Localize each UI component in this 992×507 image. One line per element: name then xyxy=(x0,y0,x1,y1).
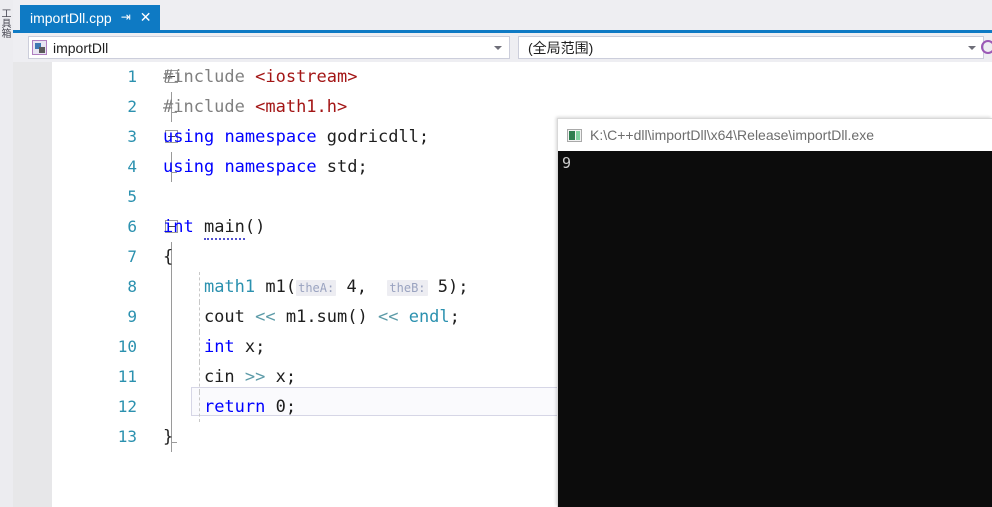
code-token: using xyxy=(163,127,215,147)
code-token: () xyxy=(244,217,266,237)
line-text: #include <math1.h> xyxy=(163,92,347,122)
console-title-text: K:\C++dll\importDll\x64\Release\importDl… xyxy=(590,127,874,143)
code-line[interactable]: 1 #include <iostream> xyxy=(13,62,992,92)
toolbox-strip[interactable]: 工 具 箱 xyxy=(0,0,13,507)
line-text: int main() xyxy=(163,212,265,242)
line-number: 8 xyxy=(127,277,137,296)
line-number: 4 xyxy=(127,157,137,176)
line-text: using namespace godricdll; xyxy=(163,122,429,152)
code-token: m1.sum() xyxy=(275,307,378,327)
line-number: 9 xyxy=(127,307,137,326)
code-token: <math1.h> xyxy=(255,97,348,117)
project-icon xyxy=(32,40,47,55)
code-token: int xyxy=(163,217,194,237)
close-icon[interactable]: ✕ xyxy=(140,10,152,24)
console-app-icon xyxy=(567,128,582,142)
code-token: theB: xyxy=(387,280,428,296)
line-text: cin >> x; xyxy=(163,362,296,392)
chevron-down-icon[interactable] xyxy=(968,45,976,50)
line-text: } xyxy=(163,422,173,452)
line-number: 10 xyxy=(117,337,137,356)
code-token: ; xyxy=(449,307,460,327)
code-token: x; xyxy=(265,367,297,387)
line-text: math1 m1(theA: 4, theB: 5); xyxy=(163,272,469,303)
line-text: { xyxy=(163,242,173,272)
member-scope-dropdown[interactable]: (全局范围) xyxy=(518,36,984,59)
line-text: return 0; xyxy=(163,392,296,422)
code-token: 4, xyxy=(336,277,388,297)
code-token: x; xyxy=(234,337,266,357)
code-token: using xyxy=(163,157,215,177)
pin-icon[interactable]: ⇥ xyxy=(121,11,131,24)
code-token: << xyxy=(377,307,399,327)
line-number: 6 xyxy=(127,217,137,236)
project-scope-value: importDll xyxy=(53,39,109,56)
tab-label: importDll.cpp xyxy=(30,9,112,26)
line-number: 11 xyxy=(117,367,137,386)
line-number: 1 xyxy=(127,67,137,86)
line-number: 5 xyxy=(127,187,137,206)
code-token: #include xyxy=(163,97,256,117)
line-text: #include <iostream> xyxy=(163,62,357,92)
code-token: math1 xyxy=(203,277,256,297)
code-token: namespace xyxy=(224,157,317,177)
code-token: 5); xyxy=(427,277,469,297)
code-token: theA: xyxy=(296,280,337,296)
code-token: 0; xyxy=(265,397,297,417)
line-number: 12 xyxy=(117,397,137,416)
code-token: godricdll; xyxy=(316,127,430,147)
line-text: cout << m1.sum() << endl; xyxy=(163,302,460,332)
console-body[interactable]: 9 xyxy=(558,151,992,507)
code-token: cout xyxy=(163,307,256,327)
member-scope-value: (全局范围) xyxy=(528,39,594,56)
toolbox-label[interactable]: 工 具 箱 xyxy=(1,10,12,40)
globe-icon[interactable] xyxy=(981,40,992,54)
code-token: #include xyxy=(163,67,256,87)
code-token: cin xyxy=(163,367,245,387)
line-number: 13 xyxy=(117,427,137,446)
line-text: int x; xyxy=(163,332,265,362)
console-title-bar[interactable]: K:\C++dll\importDll\x64\Release\importDl… xyxy=(558,119,992,151)
line-text: using namespace std; xyxy=(163,152,368,182)
code-token: return xyxy=(203,397,266,417)
tab-importdll-cpp[interactable]: importDll.cpp ⇥ ✕ xyxy=(20,5,160,30)
code-token: <iostream> xyxy=(255,67,358,87)
code-token: endl xyxy=(408,307,450,327)
console-window[interactable]: K:\C++dll\importDll\x64\Release\importDl… xyxy=(557,118,992,507)
navigation-bar: importDll (全局范围) xyxy=(13,33,992,62)
console-output-text: 9 xyxy=(562,154,572,172)
chevron-down-icon[interactable] xyxy=(494,45,502,50)
code-token: main xyxy=(203,217,245,240)
code-token: namespace xyxy=(224,127,317,147)
line-number: 3 xyxy=(127,127,137,146)
line-number: 7 xyxy=(127,247,137,266)
code-token: >> xyxy=(244,367,266,387)
code-token: std; xyxy=(316,157,368,177)
code-token: } xyxy=(163,427,174,447)
editor-tab-strip: importDll.cpp ⇥ ✕ xyxy=(13,0,992,30)
code-token: m1( xyxy=(255,277,297,297)
code-token: << xyxy=(255,307,276,327)
code-token: int xyxy=(203,337,235,357)
project-scope-dropdown[interactable]: importDll xyxy=(28,36,510,59)
line-number: 2 xyxy=(127,97,137,116)
code-token: { xyxy=(163,247,174,267)
toolbox-char-3: 箱 xyxy=(1,29,12,40)
